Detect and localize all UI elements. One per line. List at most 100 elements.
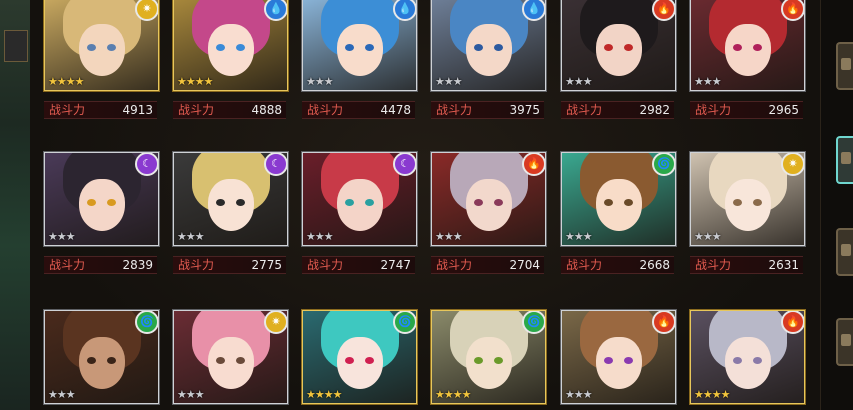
wind-element-icon: 🌀 <box>522 311 545 334</box>
character-card[interactable]: ★★★ 🔥 战斗力 2982 <box>560 0 677 119</box>
rarity-stars: ★★★ <box>48 230 76 243</box>
fire-element-icon: 🔥 <box>652 311 675 334</box>
wind-element-icon: 🌀 <box>393 311 416 334</box>
power-bar: 战斗力 2965 <box>690 101 803 119</box>
rarity-stars: ★★★★ <box>177 75 213 88</box>
wind-element-icon: 🌀 <box>652 153 675 176</box>
power-value: 2747 <box>380 258 411 272</box>
side-tab-2[interactable] <box>836 136 853 184</box>
power-bar: 战斗力 2747 <box>302 256 415 274</box>
power-label: 战斗力 <box>695 103 732 117</box>
rarity-stars: ★★★★ <box>694 388 730 401</box>
light-element-icon: ✷ <box>781 153 804 176</box>
power-value: 2631 <box>768 258 799 272</box>
rarity-stars: ★★★ <box>48 388 76 401</box>
fire-element-icon: 🔥 <box>781 311 804 334</box>
character-portrait: ★★★★ 🌀 <box>430 309 547 405</box>
character-card[interactable]: ★★★★ ✷ 战斗力 4913 <box>43 0 160 119</box>
power-label: 战斗力 <box>436 258 473 272</box>
dark-element-icon: ☾ <box>135 153 158 176</box>
rarity-stars: ★★★ <box>306 230 334 243</box>
power-bar: 战斗力 2704 <box>431 256 544 274</box>
power-label: 战斗力 <box>178 258 215 272</box>
character-portrait: ★★★★ ✷ <box>43 0 160 92</box>
character-card[interactable]: ★★★ 🔥 战斗力 2965 <box>689 0 806 119</box>
power-bar: 战斗力 2668 <box>561 256 674 274</box>
power-bar: 战斗力 3975 <box>431 101 544 119</box>
rarity-stars: ★★★ <box>565 388 593 401</box>
character-card[interactable]: ★★★ 💧 战斗力 4478 <box>301 0 418 119</box>
power-value: 2775 <box>251 258 282 272</box>
side-tab-4[interactable] <box>836 318 853 366</box>
character-card[interactable]: ★★★★ 💧 战斗力 4888 <box>172 0 289 119</box>
power-value: 3975 <box>509 103 540 117</box>
tab-icon <box>841 334 851 346</box>
character-card[interactable]: ★★★★ 🌀 <box>430 309 547 405</box>
character-portrait: ★★★★ 🌀 <box>301 309 418 405</box>
character-card[interactable]: ★★★ ✷ <box>172 309 289 405</box>
power-value: 4913 <box>122 103 153 117</box>
rarity-stars: ★★★ <box>177 230 205 243</box>
character-portrait: ★★★ 🔥 <box>560 309 677 405</box>
character-card[interactable]: ★★★ 🌀 <box>43 309 160 405</box>
character-card[interactable]: ★★★★ 🌀 <box>301 309 418 405</box>
character-card[interactable]: ★★★ 🔥 战斗力 2704 <box>430 151 547 274</box>
fire-element-icon: 🔥 <box>522 153 545 176</box>
rarity-stars: ★★★ <box>694 230 722 243</box>
dark-element-icon: ☾ <box>393 153 416 176</box>
side-tab-3[interactable] <box>836 228 853 276</box>
dark-element-icon: ☾ <box>264 153 287 176</box>
power-value: 4478 <box>380 103 411 117</box>
character-portrait: ★★★ 🌀 <box>560 151 677 247</box>
character-portrait: ★★★ 💧 <box>301 0 418 92</box>
character-card[interactable]: ★★★ ☾ 战斗力 2775 <box>172 151 289 274</box>
power-bar: 战斗力 2839 <box>44 256 157 274</box>
rarity-stars: ★★★ <box>694 75 722 88</box>
power-label: 战斗力 <box>307 103 344 117</box>
character-portrait: ★★★ ☾ <box>301 151 418 247</box>
power-bar: 战斗力 2631 <box>690 256 803 274</box>
character-portrait: ★★★ ☾ <box>43 151 160 247</box>
power-value: 2668 <box>639 258 670 272</box>
tab-icon <box>841 152 851 164</box>
shield-emblem-icon <box>4 30 28 62</box>
character-card[interactable]: ★★★ 🌀 战斗力 2668 <box>560 151 677 274</box>
power-label: 战斗力 <box>566 103 603 117</box>
tab-icon <box>841 58 851 70</box>
power-bar: 战斗力 4913 <box>44 101 157 119</box>
character-portrait: ★★★ 🌀 <box>43 309 160 405</box>
side-tab-1[interactable] <box>836 42 853 90</box>
power-value: 2982 <box>639 103 670 117</box>
tab-icon <box>841 244 851 256</box>
left-background <box>0 0 32 410</box>
power-label: 战斗力 <box>436 103 473 117</box>
power-label: 战斗力 <box>566 258 603 272</box>
light-element-icon: ✷ <box>264 311 287 334</box>
rarity-stars: ★★★★ <box>435 388 471 401</box>
power-value: 2965 <box>768 103 799 117</box>
character-card[interactable]: ★★★ ✷ 战斗力 2631 <box>689 151 806 274</box>
rarity-stars: ★★★ <box>306 75 334 88</box>
rarity-stars: ★★★★ <box>48 75 84 88</box>
rarity-stars: ★★★ <box>565 75 593 88</box>
character-portrait: ★★★ 🔥 <box>689 0 806 92</box>
character-card[interactable]: ★★★ ☾ 战斗力 2747 <box>301 151 418 274</box>
character-portrait: ★★★★ 💧 <box>172 0 289 92</box>
character-card[interactable]: ★★★★ 🔥 <box>689 309 806 405</box>
character-card[interactable]: ★★★ 💧 战斗力 3975 <box>430 0 547 119</box>
power-label: 战斗力 <box>49 103 86 117</box>
power-bar: 战斗力 4478 <box>302 101 415 119</box>
character-portrait: ★★★ ☾ <box>172 151 289 247</box>
rarity-stars: ★★★ <box>435 230 463 243</box>
power-label: 战斗力 <box>695 258 732 272</box>
character-portrait: ★★★ 🔥 <box>560 0 677 92</box>
power-bar: 战斗力 2982 <box>561 101 674 119</box>
character-card[interactable]: ★★★ ☾ 战斗力 2839 <box>43 151 160 274</box>
character-card[interactable]: ★★★ 🔥 <box>560 309 677 405</box>
power-label: 战斗力 <box>49 258 86 272</box>
character-portrait: ★★★ ✷ <box>172 309 289 405</box>
power-bar: 战斗力 2775 <box>173 256 286 274</box>
rarity-stars: ★★★ <box>435 75 463 88</box>
power-bar: 战斗力 4888 <box>173 101 286 119</box>
character-portrait: ★★★ 🔥 <box>430 151 547 247</box>
